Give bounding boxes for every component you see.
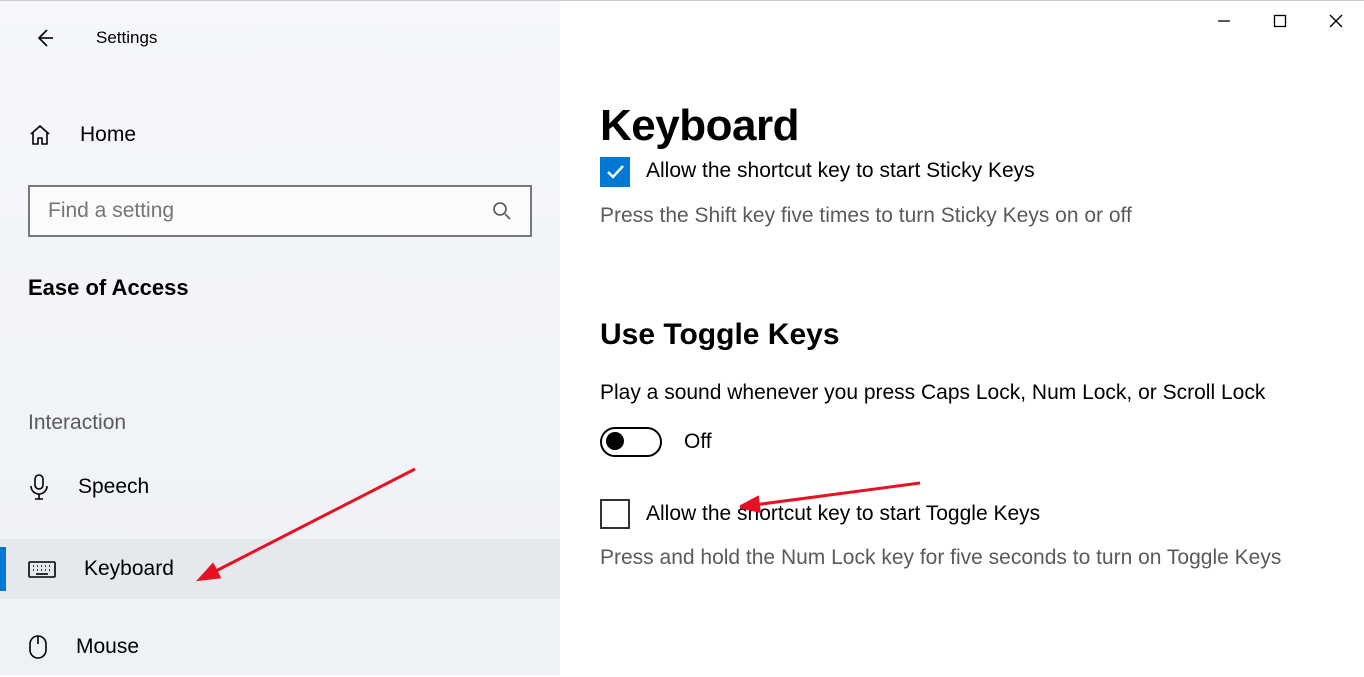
sidebar-item-label: Keyboard: [84, 557, 174, 581]
sidebar-item-speech[interactable]: Speech: [0, 457, 560, 517]
toggle-keys-hint: Press and hold the Num Lock key for five…: [600, 543, 1300, 572]
mouse-icon: [28, 634, 48, 660]
page-title: Keyboard: [600, 101, 1324, 151]
group-label: Interaction: [0, 411, 560, 435]
search-box[interactable]: [28, 185, 532, 237]
toggle-keys-shortcut-checkbox-row: Allow the shortcut key to start Toggle K…: [600, 499, 1324, 529]
sticky-keys-shortcut-checkbox-row: Allow the shortcut key to start Sticky K…: [600, 157, 1324, 187]
back-button[interactable]: [28, 22, 60, 54]
sticky-keys-hint: Press the Shift key five times to turn S…: [600, 201, 1300, 230]
app-title: Settings: [96, 28, 157, 48]
sticky-keys-shortcut-checkbox[interactable]: [600, 157, 630, 187]
search-input[interactable]: [48, 199, 492, 223]
checkbox-label: Allow the shortcut key to start Sticky K…: [646, 159, 1035, 183]
toggle-keys-switch[interactable]: [600, 427, 662, 457]
sidebar-item-label: Speech: [78, 475, 149, 499]
toggle-keys-heading: Use Toggle Keys: [600, 318, 1324, 352]
home-icon: [28, 123, 52, 147]
toggle-knob: [606, 432, 624, 450]
toggle-keys-shortcut-checkbox[interactable]: [600, 499, 630, 529]
toggle-state-label: Off: [684, 430, 712, 454]
sidebar-item-keyboard[interactable]: Keyboard: [0, 539, 560, 599]
sidebar-item-mouse[interactable]: Mouse: [0, 617, 560, 677]
toggle-keys-description: Play a sound whenever you press Caps Loc…: [600, 378, 1300, 408]
section-label: Ease of Access: [0, 275, 560, 301]
search-icon: [492, 201, 512, 221]
sidebar-item-label: Mouse: [76, 635, 139, 659]
checkbox-label: Allow the shortcut key to start Toggle K…: [646, 502, 1040, 526]
microphone-icon: [28, 474, 50, 500]
home-nav[interactable]: Home: [0, 113, 560, 157]
home-label: Home: [80, 123, 136, 147]
keyboard-icon: [28, 559, 56, 579]
main-content: Keyboard Allow the shortcut key to start…: [600, 1, 1364, 572]
sidebar: Settings Home Ease of Access Interaction…: [0, 1, 560, 675]
